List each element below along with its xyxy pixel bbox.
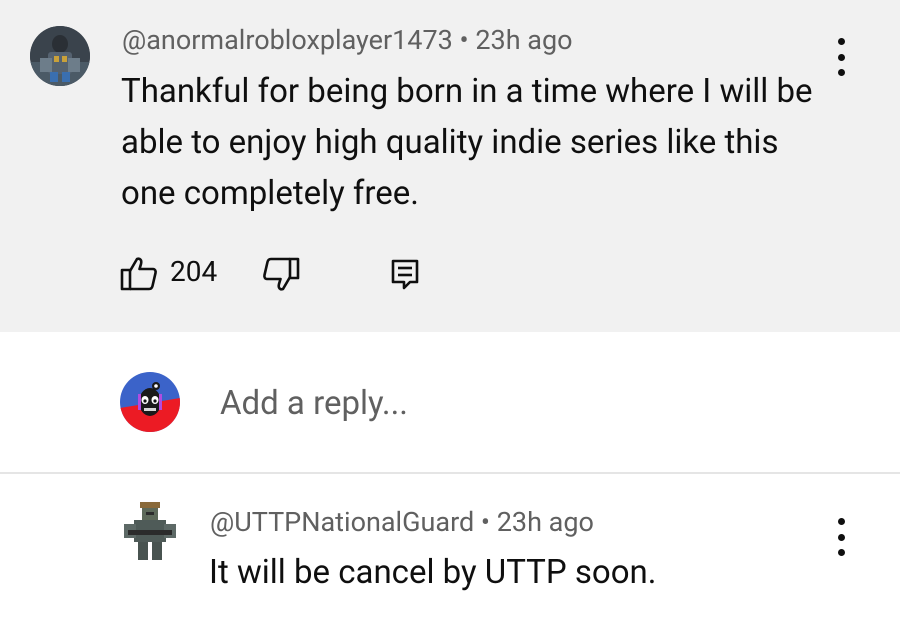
highlighted-comment: @anormalrobloxplayer1473 • 23h ago Thank… [0, 0, 900, 332]
more-vert-icon[interactable] [834, 38, 848, 76]
comment-meta: @anormalrobloxplayer1473 • 23h ago [122, 24, 573, 56]
meta-separator: • [459, 24, 469, 56]
comment-text: Thankful for being born in a time where … [121, 72, 813, 213]
reply-meta: @UTTPNationalGuard • 23h ago [210, 506, 594, 538]
thumbs-down-icon[interactable] [262, 256, 300, 292]
reply-text: It will be cancel by UTTP soon. [209, 553, 657, 592]
like-count: 204 [170, 255, 218, 288]
reply-author-avatar[interactable] [120, 500, 180, 565]
add-reply-row: Add a reply... [0, 332, 900, 472]
divider [0, 472, 900, 474]
reply-time[interactable]: 23h ago [497, 506, 594, 538]
comment-time[interactable]: 23h ago [475, 24, 572, 56]
user-avatar[interactable] [120, 372, 180, 432]
add-reply-input[interactable]: Add a reply... [220, 384, 408, 423]
meta-separator: • [480, 506, 491, 538]
comment-author[interactable]: @anormalrobloxplayer1473 [122, 24, 453, 56]
thumbs-up-icon[interactable] [120, 256, 158, 292]
reply-icon[interactable] [390, 258, 420, 290]
commenter-avatar[interactable] [30, 26, 90, 86]
reply-author[interactable]: @UTTPNationalGuard [210, 506, 474, 538]
more-vert-icon[interactable] [834, 518, 848, 556]
